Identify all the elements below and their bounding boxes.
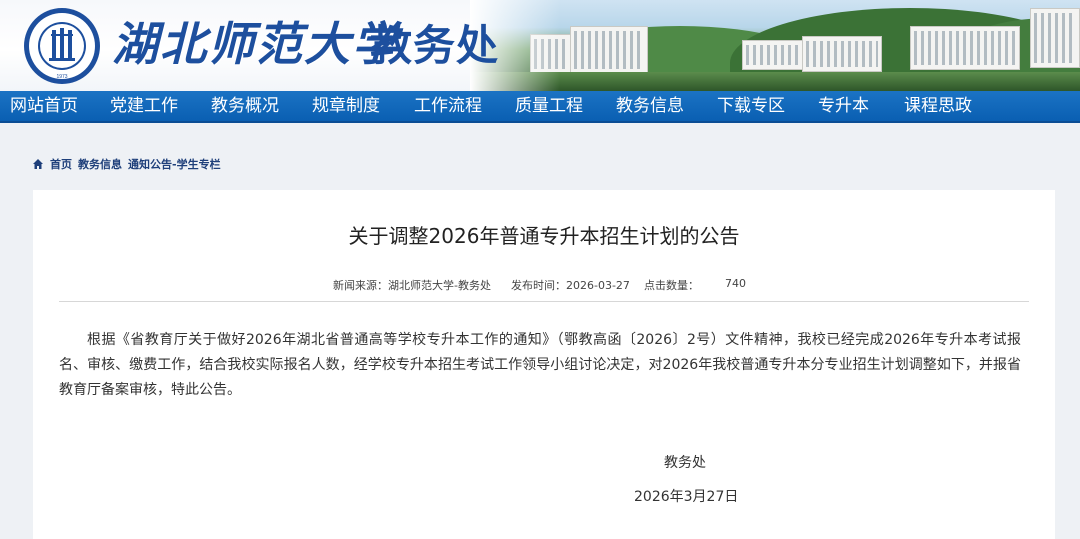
nav-item-regulations[interactable]: 规章制度	[312, 91, 414, 123]
nav-item-overview[interactable]: 教务概况	[211, 91, 312, 123]
nav-item-upgrade[interactable]: 专升本	[818, 91, 904, 123]
nav-item-party[interactable]: 党建工作	[110, 91, 211, 123]
article-signature: 教务处	[664, 455, 706, 471]
article-date: 发布时间：2026-03-27	[511, 279, 630, 292]
article-panel: 关于调整2026年普通专升本招生计划的公告 新闻来源：湖北师范大学-教务处 发布…	[33, 190, 1055, 539]
breadcrumb: 首页 教务信息 通知公告-学生专栏	[32, 155, 221, 173]
logo-year: 1973	[56, 74, 67, 80]
home-icon	[33, 159, 43, 169]
campus-photo	[470, 0, 1080, 91]
nav-item-workflow[interactable]: 工作流程	[414, 91, 515, 123]
article-views-count: 740	[725, 277, 746, 290]
university-name: 湖北师范大学	[112, 17, 400, 71]
site-header: 1973 湖北师范大学 教务处	[0, 0, 1080, 91]
article-title: 关于调整2026年普通专升本招生计划的公告	[348, 224, 740, 248]
article-sign-date: 2026年3月27日	[634, 489, 739, 505]
breadcrumb-level2[interactable]: 通知公告-学生专栏	[128, 156, 221, 172]
department-name: 教务处	[370, 21, 500, 70]
nav-item-news[interactable]: 教务信息	[616, 91, 717, 123]
article-views-label: 点击数量：	[644, 279, 699, 292]
nav-item-ideology[interactable]: 课程思政	[904, 91, 1004, 123]
nav-item-quality[interactable]: 质量工程	[515, 91, 616, 123]
title-divider	[59, 301, 1029, 302]
nav-item-home[interactable]: 网站首页	[10, 91, 110, 123]
nav-item-downloads[interactable]: 下载专区	[717, 91, 818, 123]
breadcrumb-home[interactable]: 首页	[50, 156, 72, 172]
article-source: 新闻来源：湖北师范大学-教务处	[333, 279, 491, 292]
breadcrumb-level1[interactable]: 教务信息	[78, 156, 122, 172]
main-nav: 网站首页 党建工作 教务概况 规章制度 工作流程 质量工程 教务信息 下载专区 …	[0, 91, 1080, 123]
article-body: 根据《省教育厅关于做好2026年湖北省普通高等学校专升本工作的通知》（鄂教高函〔…	[59, 332, 1021, 398]
university-seal-logo[interactable]: 1973	[22, 6, 102, 86]
